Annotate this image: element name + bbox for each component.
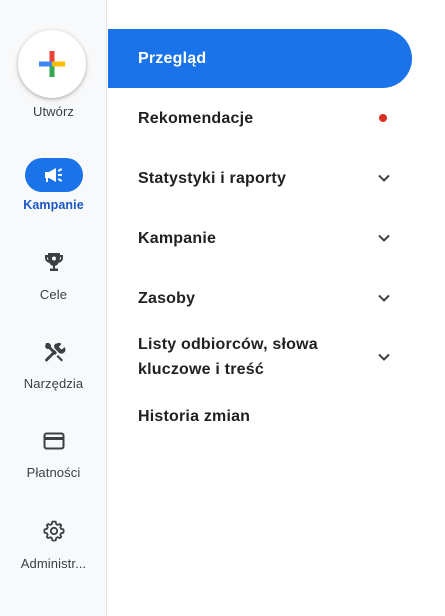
nav-label-insights-reports: Statystyki i raporty bbox=[138, 169, 287, 187]
active-pill bbox=[24, 158, 83, 192]
chevron-down-icon bbox=[378, 294, 390, 302]
nav-item-assets[interactable]: Zasoby bbox=[108, 272, 412, 324]
chevron-down-icon bbox=[378, 174, 390, 182]
rail-label-campaigns: Kampanie bbox=[23, 198, 84, 212]
nav-label-change-history: Historia zmian bbox=[138, 407, 251, 425]
rail-icon-wrap-admin bbox=[0, 519, 107, 543]
tools-icon bbox=[44, 342, 65, 362]
notification-dot bbox=[379, 114, 387, 122]
chevron-down-icon bbox=[378, 234, 390, 242]
rail-icon-wrap-tools bbox=[0, 340, 107, 364]
nav-label-line1: Listy odbiorców, słowa bbox=[138, 336, 318, 353]
left-rail: Utwórz Kampanie Cele Narzędzia Płatności… bbox=[0, 0, 107, 616]
nav-item-recommendations[interactable]: Rekomendacje bbox=[108, 92, 412, 144]
rail-icon-wrap-goals bbox=[0, 250, 107, 274]
nav-label-overview: Przegląd bbox=[138, 50, 207, 67]
plus-icon bbox=[39, 51, 65, 77]
credit-card-icon bbox=[43, 432, 64, 450]
nav-item-change-history[interactable]: Historia zmian bbox=[108, 390, 412, 442]
nav-item-audiences-keywords-content[interactable]: Listy odbiorców, słowa kluczowe i treść bbox=[108, 330, 412, 384]
gear-icon bbox=[42, 520, 65, 542]
nav-item-campaigns[interactable]: Kampanie bbox=[108, 212, 412, 264]
rail-label-billing: Płatności bbox=[26, 465, 81, 480]
section-nav: Przegląd Rekomendacje Statystyki i rapor… bbox=[108, 0, 445, 616]
rail-label-tools: Narzędzia bbox=[23, 376, 84, 391]
megaphone-icon bbox=[44, 168, 62, 182]
nav-item-overview[interactable]: Przegląd bbox=[108, 29, 412, 88]
nav-label-assets: Zasoby bbox=[138, 289, 196, 307]
rail-icon-wrap-billing bbox=[0, 429, 107, 453]
create-label: Utwórz bbox=[32, 104, 75, 119]
create-button[interactable] bbox=[18, 30, 86, 98]
nav-label-audiences-keywords-content: Listy odbiorców, słowa kluczowe i treść bbox=[138, 332, 412, 382]
chevron-down-icon bbox=[378, 353, 390, 361]
nav-label-line2: kluczowe i treść bbox=[138, 361, 264, 378]
rail-label-goals: Cele bbox=[39, 287, 68, 302]
nav-item-insights-reports[interactable]: Statystyki i raporty bbox=[108, 152, 412, 204]
rail-icon-wrap-campaigns bbox=[0, 158, 107, 192]
trophy-icon bbox=[44, 253, 63, 271]
nav-label-campaigns: Kampanie bbox=[138, 229, 217, 247]
nav-label-recommendations: Rekomendacje bbox=[138, 109, 254, 127]
rail-label-admin: Administr... bbox=[20, 556, 87, 571]
